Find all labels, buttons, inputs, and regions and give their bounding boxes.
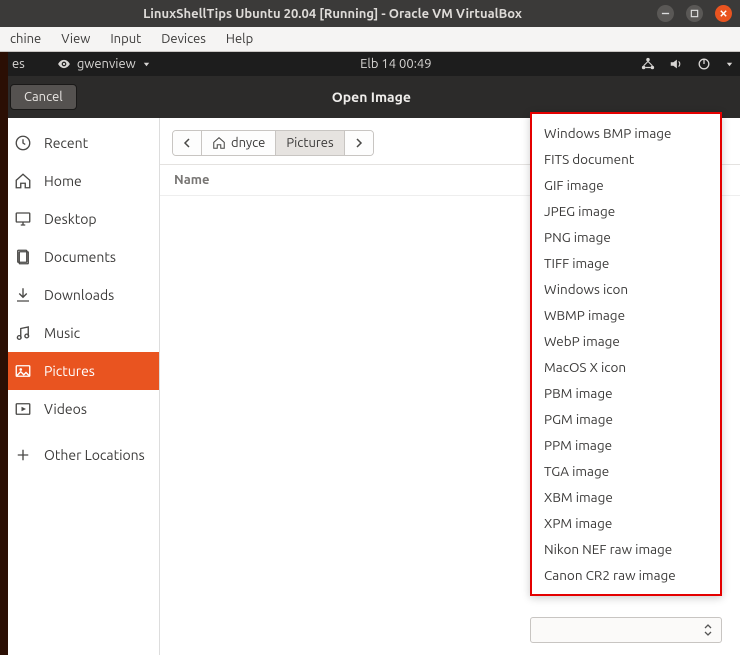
vbox-titlebar: LinuxShellTips Ubuntu 20.04 [Running] - … [0,0,740,27]
minimize-button[interactable] [657,5,674,22]
network-icon[interactable] [641,57,655,71]
documents-icon [14,248,32,266]
app-menu-label: gwenview [77,57,136,71]
path-back-button[interactable] [173,131,202,155]
home-icon [212,136,226,150]
power-icon[interactable] [697,57,711,71]
path-home-segment[interactable]: dnyce [202,131,276,155]
vbox-menubar: chine View Input Devices Help [0,27,740,52]
music-icon [14,324,32,342]
vbox-menu-devices[interactable]: Devices [151,29,216,49]
filter-option[interactable]: Windows BMP image [532,120,720,146]
sidebar-item-downloads[interactable]: Downloads [0,276,159,314]
sidebar-item-videos[interactable]: Videos [0,390,159,428]
pictures-icon [14,362,32,380]
sidebar-item-label: Downloads [44,287,114,303]
sidebar-item-label: Music [44,325,80,341]
videos-icon [14,400,32,418]
filter-option[interactable]: PBM image [532,380,720,406]
eye-icon [57,57,71,71]
sidebar-item-pictures[interactable]: Pictures [0,352,159,390]
downloads-icon [14,286,32,304]
filter-option[interactable]: WBMP image [532,302,720,328]
cancel-button[interactable]: Cancel [10,84,77,110]
filter-option[interactable]: Windows icon [532,276,720,302]
dialog-title: Open Image [77,89,666,105]
activities-corner[interactable]: es [6,57,31,71]
filter-option[interactable]: PPM image [532,432,720,458]
filter-option[interactable]: Nikon NEF raw image [532,536,720,562]
filter-option[interactable]: TGA image [532,458,720,484]
ubuntu-top-panel: es gwenview Elb 14 00:49 [0,52,740,76]
file-type-filter-menu: Windows BMP imageFITS documentGIF imageJ… [530,112,722,596]
vbox-window-title: LinuxShellTips Ubuntu 20.04 [Running] - … [8,7,657,21]
sidebar-item-label: Videos [44,401,87,417]
sidebar-item-recent[interactable]: Recent [0,124,159,162]
desktop-icon [14,210,32,228]
sidebar-item-label: Pictures [44,363,95,379]
path-current-label: Pictures [286,136,333,150]
chevron-down-icon [142,60,151,69]
home-icon [14,172,32,190]
path-current-segment[interactable]: Pictures [276,131,344,155]
sidebar-item-documents[interactable]: Documents [0,238,159,276]
app-menu[interactable]: gwenview [37,57,151,71]
vbox-menu-input[interactable]: Input [100,29,151,49]
volume-icon[interactable] [669,57,683,71]
sidebar-item-music[interactable]: Music [0,314,159,352]
filter-option[interactable]: Canon CR2 raw image [532,562,720,588]
chevron-down-icon[interactable] [725,60,734,69]
path-forward-button[interactable] [345,131,373,155]
places-sidebar: Recent Home Desktop Documents Downloads Music… [0,118,160,655]
filter-option[interactable]: FITS document [532,146,720,172]
maximize-button[interactable] [686,5,703,22]
filter-option[interactable]: TIFF image [532,250,720,276]
filter-option[interactable]: PGM image [532,406,720,432]
filter-option[interactable]: XPM image [532,510,720,536]
vbox-menu-view[interactable]: View [51,29,100,49]
clock-icon [14,134,32,152]
filter-option[interactable]: XBM image [532,484,720,510]
sidebar-item-label: Recent [44,135,88,151]
vbox-menu-help[interactable]: Help [216,29,263,49]
sidebar-item-other-locations[interactable]: Other Locations [0,436,159,474]
ubuntu-launcher-sliver [0,52,8,655]
filter-option[interactable]: JPEG image [532,198,720,224]
filter-option[interactable]: WebP image [532,328,720,354]
combo-updown-icon [703,623,713,637]
filter-option[interactable]: PNG image [532,224,720,250]
filter-option[interactable]: MacOS X icon [532,354,720,380]
close-button[interactable] [715,5,732,22]
panel-clock[interactable]: Elb 14 00:49 [151,57,641,71]
path-home-label: dnyce [231,136,265,150]
filter-option[interactable]: GIF image [532,172,720,198]
sidebar-item-label: Desktop [44,211,97,227]
sidebar-item-desktop[interactable]: Desktop [0,200,159,238]
sidebar-item-home[interactable]: Home [0,162,159,200]
sidebar-item-label: Other Locations [44,447,145,463]
sidebar-item-label: Documents [44,249,116,265]
sidebar-item-label: Home [44,173,82,189]
vbox-menu-machine[interactable]: chine [0,29,51,49]
file-type-combo[interactable] [530,617,722,643]
plus-icon [14,446,32,464]
